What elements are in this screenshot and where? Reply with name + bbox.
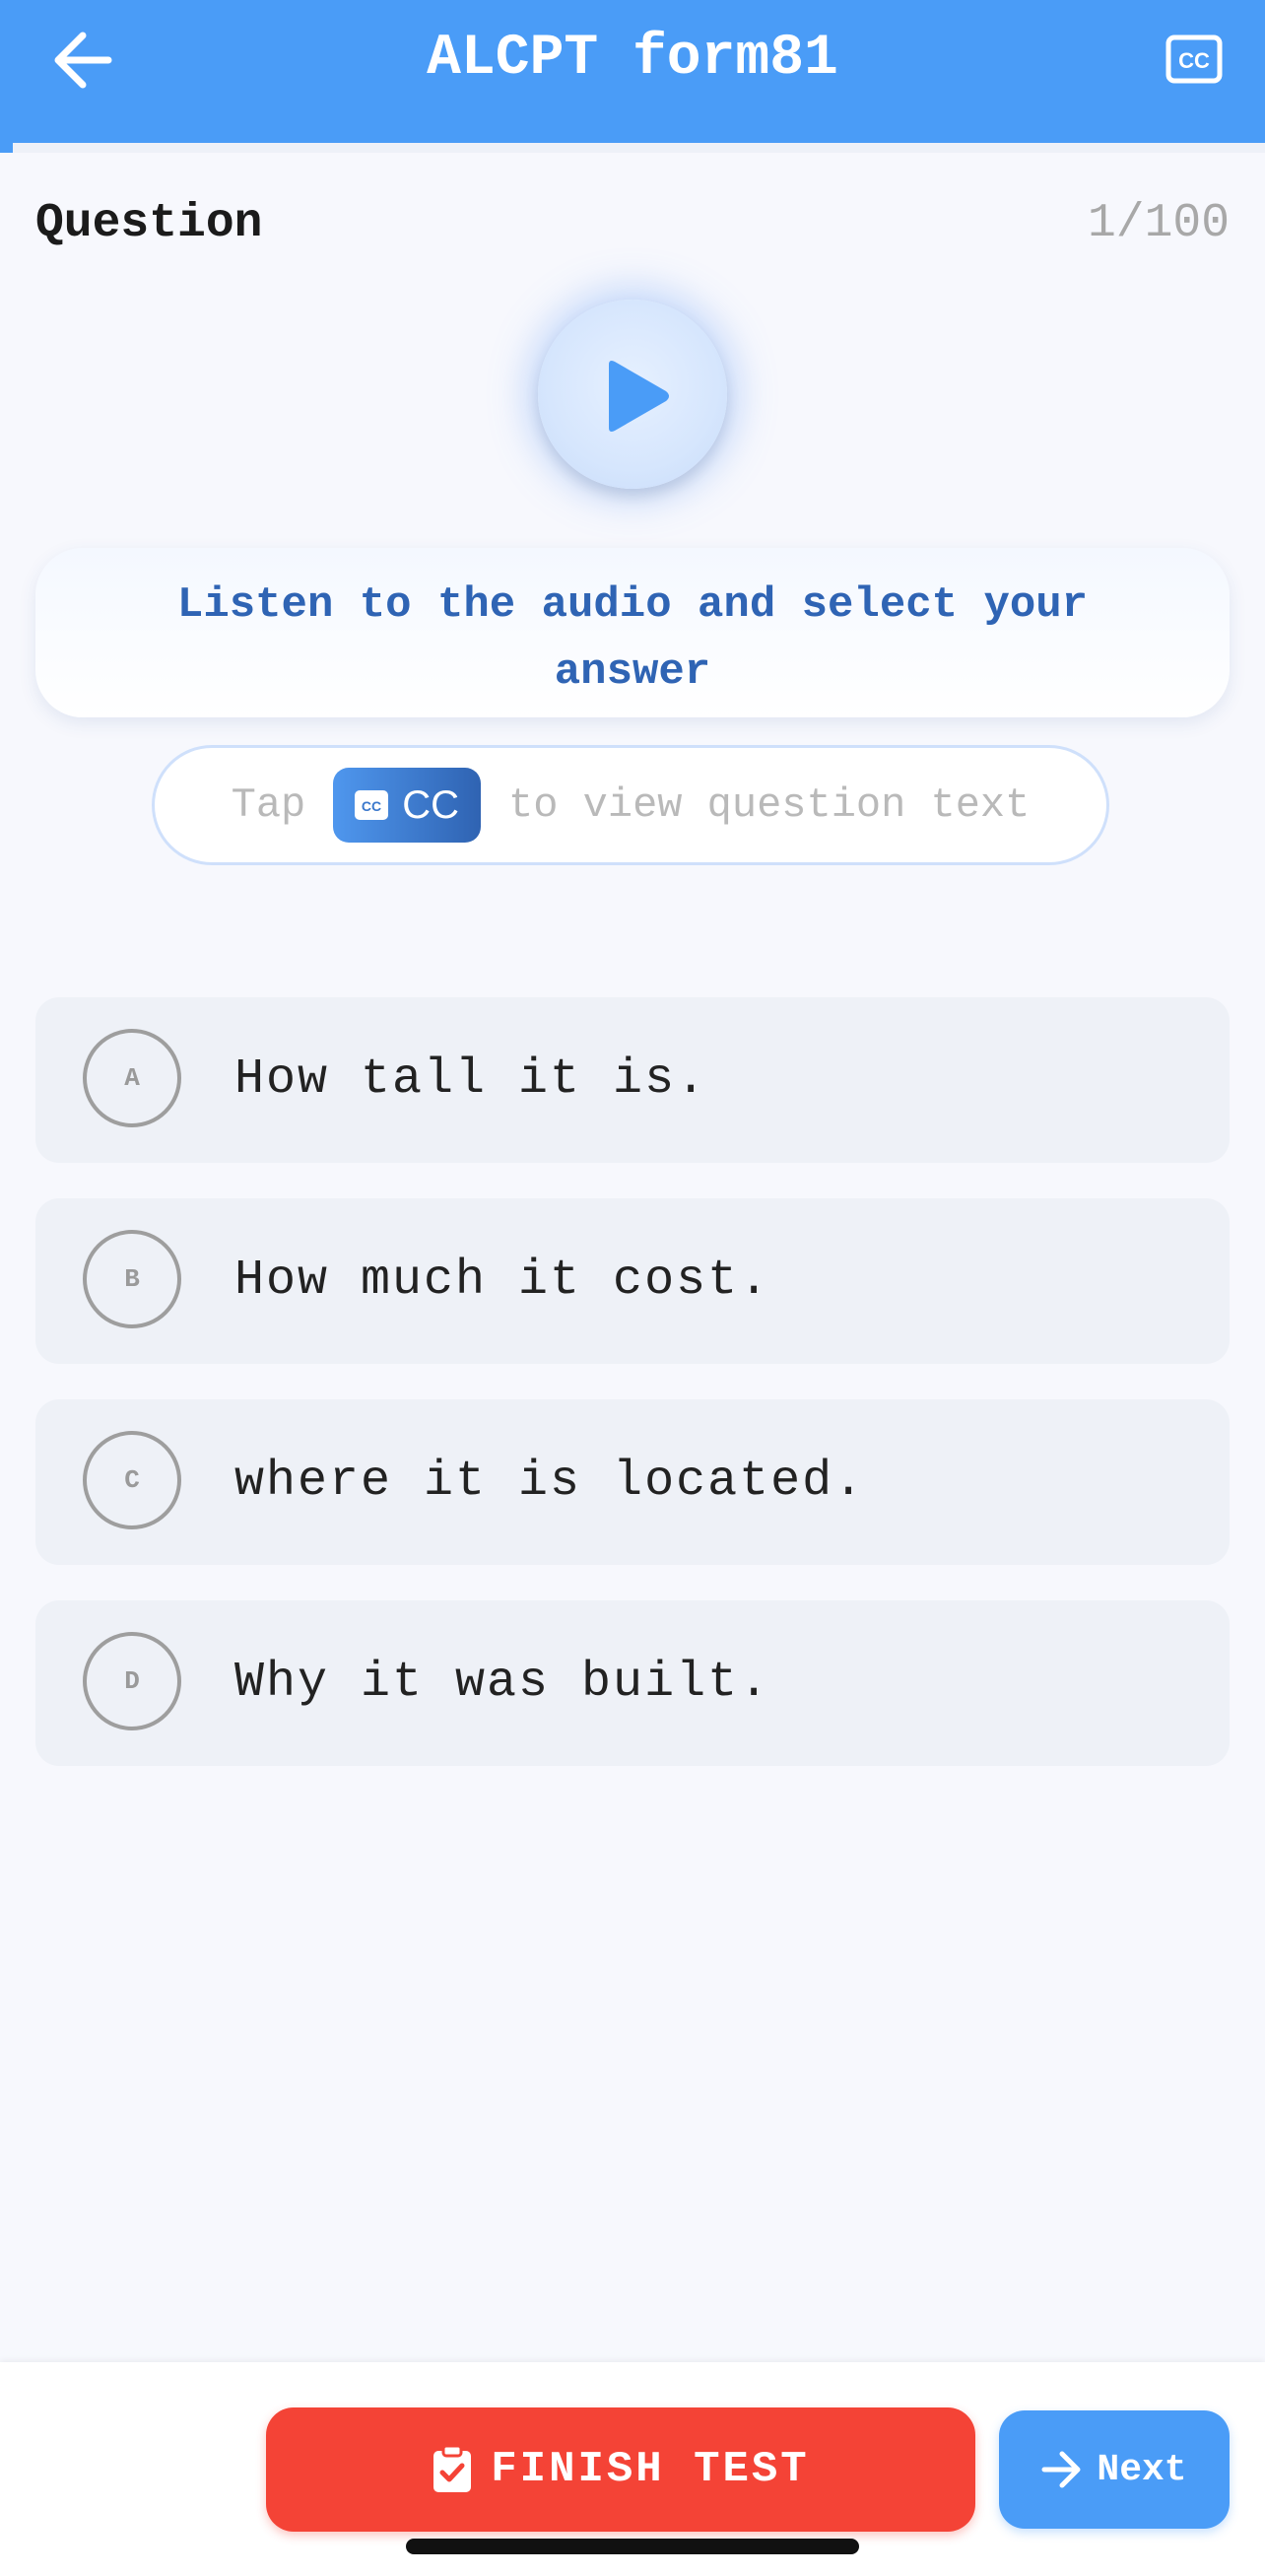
option-text: where it is located.	[234, 1454, 866, 1510]
play-audio-button[interactable]	[538, 300, 727, 489]
option-letter: A	[83, 1029, 181, 1127]
hint-suffix: to view question text	[508, 781, 1031, 829]
option-letter: B	[83, 1230, 181, 1328]
home-indicator	[406, 2539, 859, 2554]
hint-prefix: Tap	[231, 781, 306, 829]
closed-captions-icon: CC	[355, 790, 389, 820]
option-b[interactable]: B How much it cost.	[35, 1198, 1230, 1364]
closed-captions-icon: CC	[1165, 34, 1223, 84]
option-text: How much it cost.	[234, 1253, 771, 1309]
instruction-text: Listen to the audio and select your answ…	[176, 580, 1089, 697]
finish-test-button[interactable]: FINISH TEST	[266, 2407, 975, 2532]
finish-test-label: FINISH TEST	[491, 2445, 810, 2494]
option-c[interactable]: C where it is located.	[35, 1399, 1230, 1565]
option-text: Why it was built.	[234, 1655, 771, 1711]
option-letter: C	[83, 1431, 181, 1529]
next-label: Next	[1097, 2448, 1187, 2491]
question-counter: 1/100	[1087, 197, 1230, 250]
option-text: How tall it is.	[234, 1051, 708, 1108]
svg-text:CC: CC	[362, 798, 381, 814]
caption-hint: Tap CC CC to view question text	[152, 745, 1109, 865]
cc-chip-label: CC	[402, 782, 460, 827]
svg-text:CC: CC	[1178, 48, 1210, 73]
closed-captions-button[interactable]: CC	[1165, 34, 1223, 84]
page-title: ALCPT form81	[427, 27, 838, 91]
option-letter: D	[83, 1632, 181, 1730]
play-icon	[609, 361, 669, 432]
instruction-card: Listen to the audio and select your answ…	[35, 548, 1230, 717]
cc-chip[interactable]: CC CC	[333, 768, 482, 843]
app-bar: ALCPT form81 CC	[0, 0, 1265, 143]
clipboard-check-icon	[433, 2445, 472, 2492]
progress-fill	[0, 143, 13, 153]
progress-bar	[0, 143, 1265, 153]
question-label: Question	[35, 197, 263, 250]
arrow-right-icon	[1041, 2451, 1081, 2488]
option-a[interactable]: A How tall it is.	[35, 997, 1230, 1163]
next-button[interactable]: Next	[999, 2410, 1230, 2529]
option-d[interactable]: D Why it was built.	[35, 1600, 1230, 1766]
